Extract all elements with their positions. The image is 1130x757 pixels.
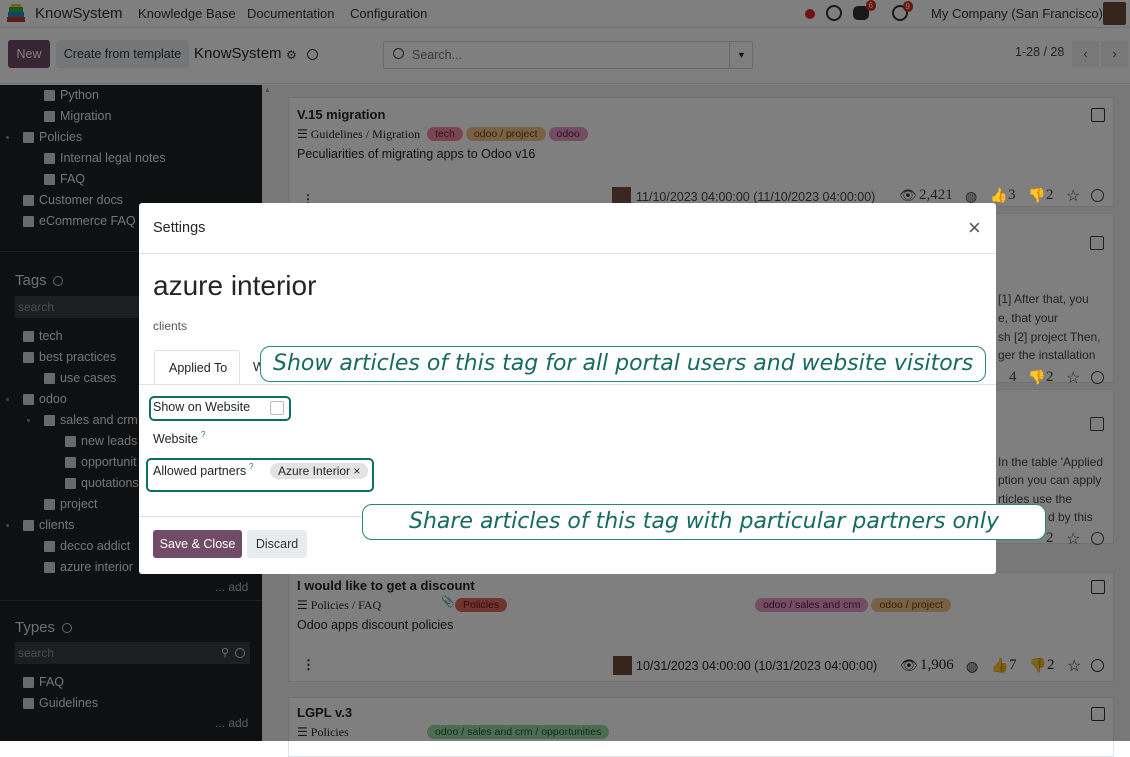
highlight-show-on-website — [149, 396, 291, 421]
tab-divider — [139, 384, 996, 385]
record-name[interactable]: azure interior — [153, 270, 316, 302]
dialog-title: Settings — [153, 220, 206, 236]
save-close-button[interactable]: Save & Close — [153, 530, 242, 558]
tab-applied-to[interactable]: Applied To — [154, 350, 240, 384]
parent-tag[interactable]: clients — [153, 319, 187, 333]
close-icon[interactable]: × — [968, 215, 981, 241]
callout-website: Show articles of this tag for all portal… — [260, 346, 987, 382]
dialog-header: Settings × — [139, 203, 996, 254]
callout-partners: Share articles of this tag with particul… — [362, 504, 1046, 540]
highlight-allowed-partners — [146, 458, 374, 492]
discard-button[interactable]: Discard — [247, 530, 307, 558]
website-label: Website — [153, 432, 198, 446]
tab-label: Applied To — [169, 361, 228, 375]
help-tooltip-icon[interactable]: ? — [201, 430, 205, 439]
